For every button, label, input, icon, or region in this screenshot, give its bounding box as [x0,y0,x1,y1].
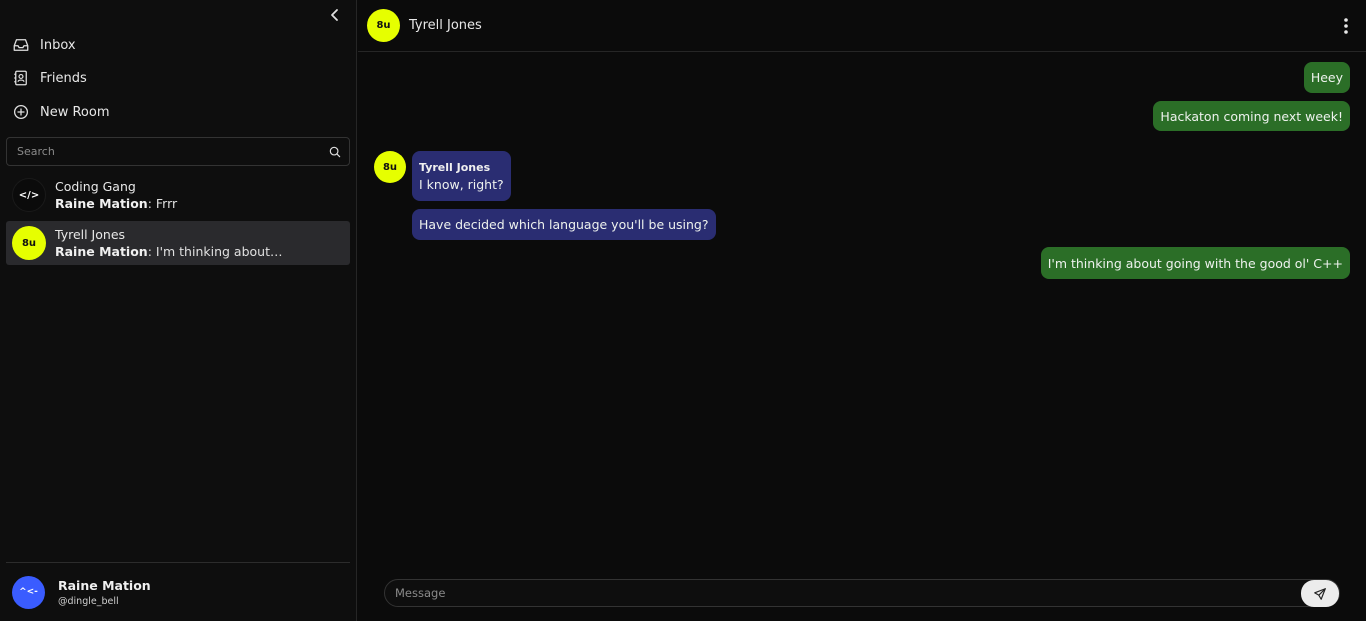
message-bubble-outgoing: Heey [1303,62,1350,93]
user-avatar: ^<- [12,575,45,609]
message-input[interactable] [385,586,1339,600]
room-avatar: </> [12,178,46,212]
user-name: Raine Mation [58,577,151,593]
chat-header: 8u Tyrell Jones [358,0,1366,52]
room-preview-sender: Raine Mation [55,196,148,211]
message-text: I know, right? [419,176,504,192]
chat-title[interactable]: Tyrell Jones [409,18,482,33]
message-bubble-incoming: Have decided which language you'll be us… [412,209,716,240]
chat-header-avatar[interactable]: 8u [367,9,400,42]
message-sender-avatar[interactable]: 8u [374,151,406,183]
more-options-button[interactable] [1338,17,1354,35]
user-handle: @dingle_bell [58,595,119,607]
room-preview: Raine Mation: Frrr [55,196,177,211]
room-name: Coding Gang [55,179,136,194]
message-sender-name: Tyrell Jones [419,160,491,174]
nav-item-label: Friends [40,70,87,86]
plus-circle-icon [13,104,29,120]
send-button[interactable] [1301,580,1339,607]
collapse-sidebar-button[interactable] [326,6,344,24]
divider [6,562,350,563]
room-item-tyrell-jones[interactable]: 8u Tyrell Jones Raine Mation: I'm thinki… [6,221,350,265]
nav-item-new-room[interactable]: New Room [12,100,110,124]
message-bubble-outgoing: Hackaton coming next week! [1153,101,1350,131]
sidebar: Inbox Friends New Room </> Coding Gang [0,0,357,621]
inbox-icon [13,39,29,51]
room-preview-sender: Raine Mation [55,244,148,259]
search-button[interactable] [321,138,349,166]
message-bubble-incoming: Tyrell Jones I know, right? [412,151,511,201]
room-avatar: 8u [12,226,46,260]
room-preview-text: : I'm thinking about… [147,244,283,259]
search-input[interactable] [7,145,321,158]
room-preview: Raine Mation: I'm thinking about… [55,244,283,259]
message-composer [384,579,1340,607]
kebab-menu-icon [1344,18,1348,34]
room-name: Tyrell Jones [55,227,126,242]
contact-book-icon [14,70,27,86]
nav-item-inbox[interactable]: Inbox [12,33,76,57]
current-user-panel[interactable]: ^<- Raine Mation @dingle_bell [12,575,151,609]
search-icon [329,146,341,157]
room-item-coding-gang[interactable]: </> Coding Gang Raine Mation: Frrr [6,173,350,217]
room-preview-text: : Frrr [147,196,178,211]
message-bubble-outgoing: I'm thinking about going with the good o… [1040,247,1350,279]
chevron-left-icon [331,9,338,21]
nav-item-label: Inbox [40,37,76,53]
nav-item-friends[interactable]: Friends [12,66,87,90]
search-box [6,137,350,166]
send-icon [1314,587,1326,600]
nav-item-label: New Room [40,104,110,120]
